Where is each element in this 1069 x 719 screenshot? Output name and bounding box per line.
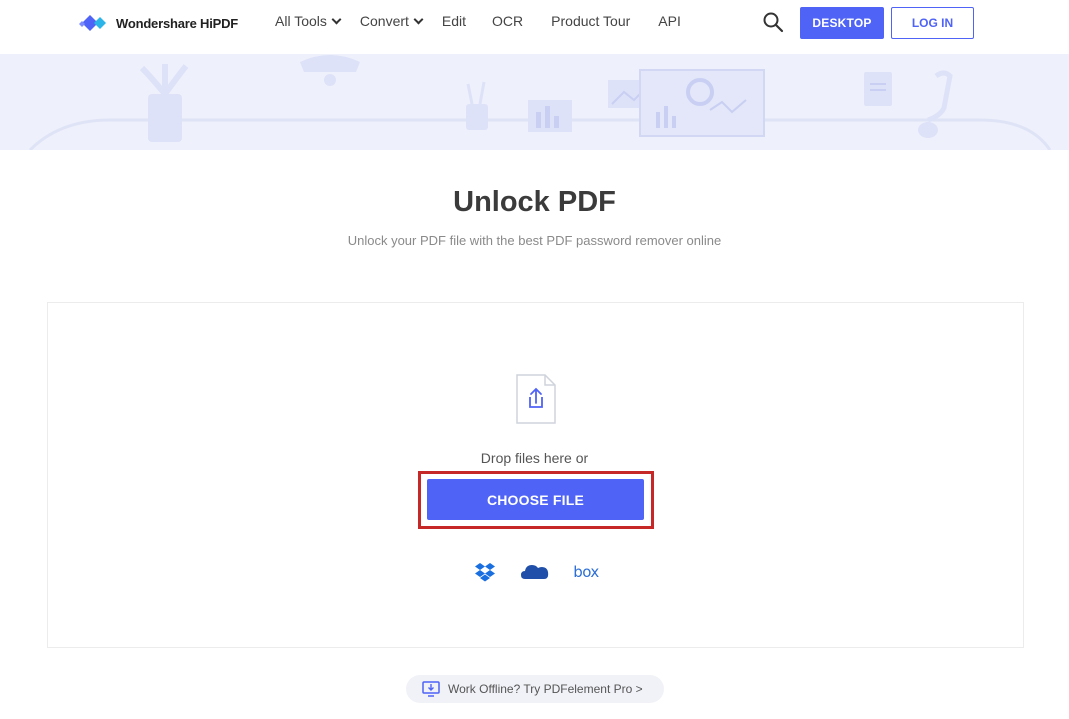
chevron-down-icon	[331, 14, 342, 25]
box-label: box	[573, 563, 599, 581]
nav-all-tools-label: All Tools	[275, 13, 327, 29]
brand-name: Wondershare HiPDF	[116, 15, 239, 31]
nav-all-tools[interactable]: All Tools	[275, 13, 342, 29]
nav-product-tour[interactable]: Product Tour	[551, 13, 630, 29]
work-offline-link[interactable]: Work Offline? Try PDFelement Pro >	[406, 675, 664, 703]
desktop-button[interactable]: DESKTOP	[800, 7, 884, 39]
choose-file-button[interactable]: CHOOSE FILE	[427, 479, 644, 520]
file-upload-icon	[515, 373, 557, 425]
main-nav: All Tools Convert Edit OCR Product Tour …	[275, 13, 681, 29]
brand-logo[interactable]: Wondershare HiPDF	[78, 12, 238, 34]
work-offline-text: Work Offline? Try PDFelement Pro >	[448, 682, 643, 696]
nav-api[interactable]: API	[658, 13, 681, 29]
nav-ocr[interactable]: OCR	[492, 13, 523, 29]
login-button[interactable]: LOG IN	[891, 7, 974, 39]
hipdf-logo-icon	[78, 13, 108, 33]
hero-banner-illustration	[0, 54, 1069, 150]
nav-convert[interactable]: Convert	[359, 13, 424, 29]
chevron-down-icon	[413, 14, 424, 25]
desktop-download-icon	[422, 681, 440, 697]
search-icon[interactable]	[762, 11, 784, 33]
onedrive-icon[interactable]	[521, 561, 549, 583]
nav-convert-label: Convert	[359, 13, 409, 29]
page-subtitle: Unlock your PDF file with the best PDF p…	[347, 233, 722, 248]
top-header: Wondershare HiPDF All Tools Convert Edit…	[0, 0, 1069, 46]
page-title: Unlock PDF	[453, 186, 616, 218]
box-icon[interactable]: box	[571, 561, 601, 583]
dropbox-icon[interactable]	[473, 561, 497, 583]
nav-edit[interactable]: Edit	[442, 13, 466, 29]
drop-instruction: Drop files here or	[480, 450, 589, 466]
